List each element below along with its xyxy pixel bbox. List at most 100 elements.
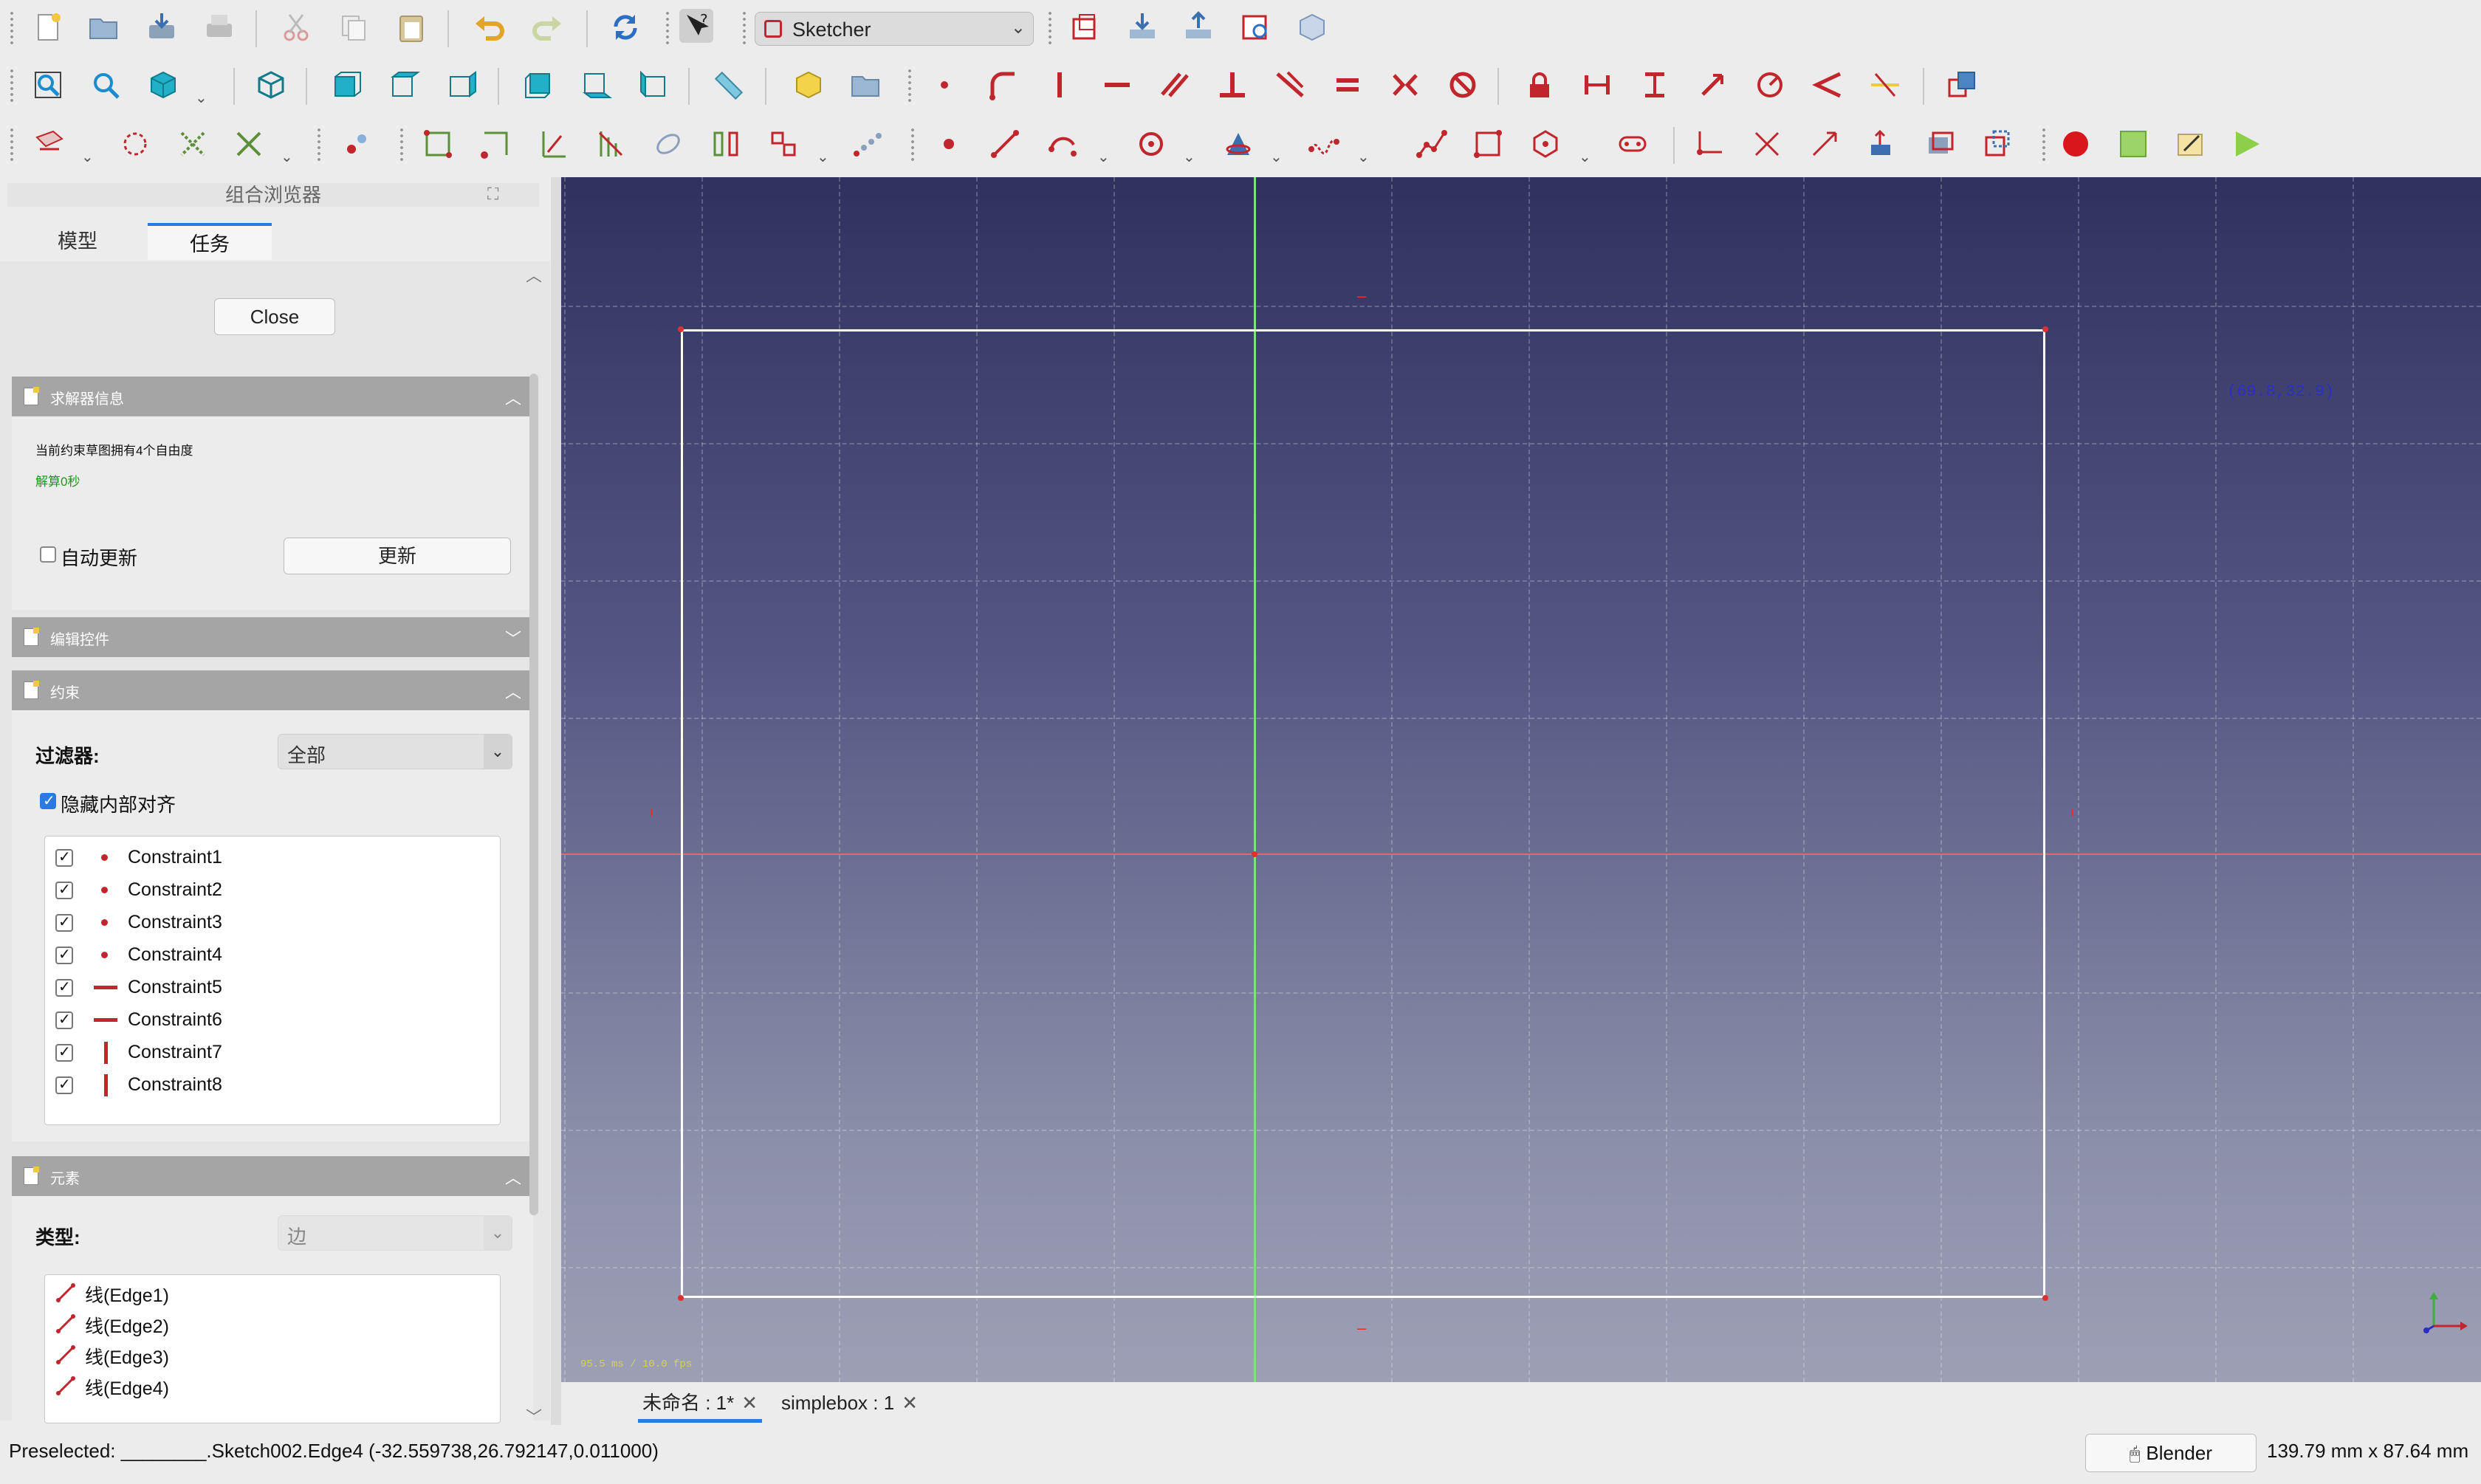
- create-slot-icon[interactable]: [1616, 127, 1650, 161]
- vertical-constraint-icon[interactable]: [1043, 68, 1077, 102]
- leave-sketch-icon[interactable]: [32, 127, 66, 161]
- panel-splitter[interactable]: [551, 177, 561, 1425]
- close-button[interactable]: Close: [214, 298, 335, 335]
- construction-mode-icon[interactable]: [1980, 127, 2014, 161]
- vertical-constraint-marker[interactable]: ı: [2070, 805, 2074, 820]
- solver-section-header[interactable]: 求解器信息 ︿: [12, 377, 533, 416]
- element-row[interactable]: 线(Edge1): [45, 1275, 500, 1308]
- vertex[interactable]: [2042, 1295, 2048, 1301]
- hide-internal-checkbox[interactable]: [40, 791, 56, 810]
- scrollbar[interactable]: [529, 374, 538, 1215]
- edit-controls-section-header[interactable]: 编辑控件 ﹀: [12, 617, 533, 657]
- constraint-checkbox[interactable]: [55, 978, 73, 997]
- constraint-row[interactable]: Constraint7: [45, 1036, 500, 1068]
- constraint-row[interactable]: Constraint6: [45, 1003, 500, 1036]
- point-icon[interactable]: [927, 68, 961, 102]
- constraint-checkbox[interactable]: [55, 1042, 73, 1062]
- merge-sketches-icon[interactable]: [176, 127, 210, 161]
- vertex[interactable]: [678, 1295, 684, 1301]
- group-icon[interactable]: [849, 68, 883, 102]
- chevron-up-icon[interactable]: ︿: [505, 1165, 521, 1189]
- doc-tab-untitled[interactable]: 未命名 : 1* ✕: [638, 1387, 763, 1423]
- toggle-driving-icon[interactable]: [1945, 68, 1979, 102]
- constraint-checkbox[interactable]: [55, 913, 73, 932]
- carbon-copy-icon[interactable]: [1923, 127, 1957, 161]
- element-row[interactable]: 线(Edge4): [45, 1368, 500, 1401]
- tab-model[interactable]: 模型: [0, 223, 155, 260]
- close-icon[interactable]: ✕: [902, 1392, 918, 1414]
- create-conic-icon[interactable]: [1221, 127, 1255, 161]
- draw-style-icon[interactable]: [146, 68, 180, 102]
- save-icon[interactable]: [145, 10, 179, 44]
- select-origin-icon[interactable]: [478, 127, 512, 161]
- external-geometry-icon[interactable]: [1865, 127, 1899, 161]
- close-icon[interactable]: ✕: [741, 1392, 758, 1414]
- whats-this-icon[interactable]: ?: [679, 9, 713, 43]
- open-file-icon[interactable]: [87, 10, 121, 44]
- navigation-style-button[interactable]: 🖱 Blender: [2085, 1434, 2257, 1472]
- create-polyline-icon[interactable]: [1415, 127, 1449, 161]
- trim-edge-icon[interactable]: [1750, 127, 1784, 161]
- top-view-icon[interactable]: [387, 68, 421, 102]
- parallel-constraint-icon[interactable]: [1158, 68, 1192, 102]
- constraint-checkbox[interactable]: [55, 945, 73, 964]
- constraint-row[interactable]: Constraint1: [45, 841, 500, 873]
- origin-point[interactable]: [1252, 851, 1257, 857]
- clone-icon[interactable]: [340, 127, 374, 161]
- horizontal-constraint-marker[interactable]: –: [1357, 1319, 1366, 1338]
- constraint-checkbox[interactable]: [55, 1075, 73, 1094]
- edit-macro-icon[interactable]: [2174, 127, 2208, 161]
- refresh-icon[interactable]: [608, 10, 642, 44]
- mirror-sketch-icon[interactable]: [232, 127, 266, 161]
- import-icon[interactable]: [1125, 10, 1159, 44]
- symmetric-constraint-icon[interactable]: [1388, 68, 1422, 102]
- auto-update-checkbox[interactable]: [40, 546, 56, 563]
- select-constraints-icon[interactable]: [421, 127, 455, 161]
- left-view-icon[interactable]: [636, 68, 670, 102]
- chevron-up-icon[interactable]: ︿: [505, 385, 521, 409]
- float-panel-icon[interactable]: ⛶: [487, 185, 498, 204]
- lock-constraint-icon[interactable]: [1523, 68, 1557, 102]
- extend-edge-icon[interactable]: [1808, 127, 1842, 161]
- element-row[interactable]: 线(Edge2): [45, 1306, 500, 1339]
- scroll-up-icon[interactable]: ︿: [526, 263, 542, 286]
- part-icon[interactable]: [792, 68, 826, 102]
- create-polygon-icon[interactable]: [1528, 127, 1562, 161]
- horizontal-constraint-marker[interactable]: –: [1357, 286, 1366, 306]
- show-hide-internal-geometry-icon[interactable]: [651, 127, 685, 161]
- sketch-rectangle[interactable]: [681, 329, 2045, 1298]
- fit-all-icon[interactable]: [31, 68, 65, 102]
- record-macro-icon[interactable]: [2059, 127, 2093, 161]
- perpendicular-constraint-icon[interactable]: [1215, 68, 1249, 102]
- elements-section-header[interactable]: 元素 ︿: [12, 1156, 533, 1196]
- horizontal-constraint-icon[interactable]: [1100, 68, 1134, 102]
- sketch-viewport[interactable]: – – ı ı (69.8,32.9) 95.5 ms / 10.0 fps: [561, 177, 2481, 1382]
- validate-sketch-icon[interactable]: [118, 127, 152, 161]
- constraint-checkbox[interactable]: [55, 848, 73, 867]
- create-rectangle-icon[interactable]: [1471, 127, 1505, 161]
- view-section-icon[interactable]: [1295, 10, 1329, 44]
- create-point-icon[interactable]: [932, 127, 966, 161]
- front-view-icon[interactable]: [329, 68, 363, 102]
- chevron-down-icon[interactable]: ﹀: [505, 626, 521, 650]
- update-button[interactable]: 更新: [284, 537, 511, 574]
- bottom-view-icon[interactable]: [579, 68, 613, 102]
- new-sketch-icon[interactable]: [1068, 10, 1102, 44]
- distance-constraint-icon[interactable]: [1695, 68, 1729, 102]
- filter-select[interactable]: 全部 ⌄: [278, 734, 512, 769]
- horizontal-distance-icon[interactable]: [1580, 68, 1614, 102]
- constraint-checkbox[interactable]: [55, 880, 73, 899]
- new-file-icon[interactable]: [31, 10, 65, 44]
- constraint-row[interactable]: Constraint5: [45, 971, 500, 1003]
- fit-selection-icon[interactable]: [89, 68, 123, 102]
- vertex[interactable]: [678, 326, 684, 332]
- equal-constraint-icon[interactable]: [1331, 68, 1365, 102]
- undo-icon[interactable]: [473, 10, 507, 44]
- constraint-row[interactable]: Constraint8: [45, 1068, 500, 1101]
- symmetry-icon[interactable]: [709, 127, 743, 161]
- right-view-icon[interactable]: [445, 68, 478, 102]
- create-arc-icon[interactable]: [1046, 127, 1080, 161]
- view-sketch-icon[interactable]: [1239, 10, 1273, 44]
- export-icon[interactable]: [1181, 10, 1215, 44]
- tab-task[interactable]: 任务: [148, 223, 272, 260]
